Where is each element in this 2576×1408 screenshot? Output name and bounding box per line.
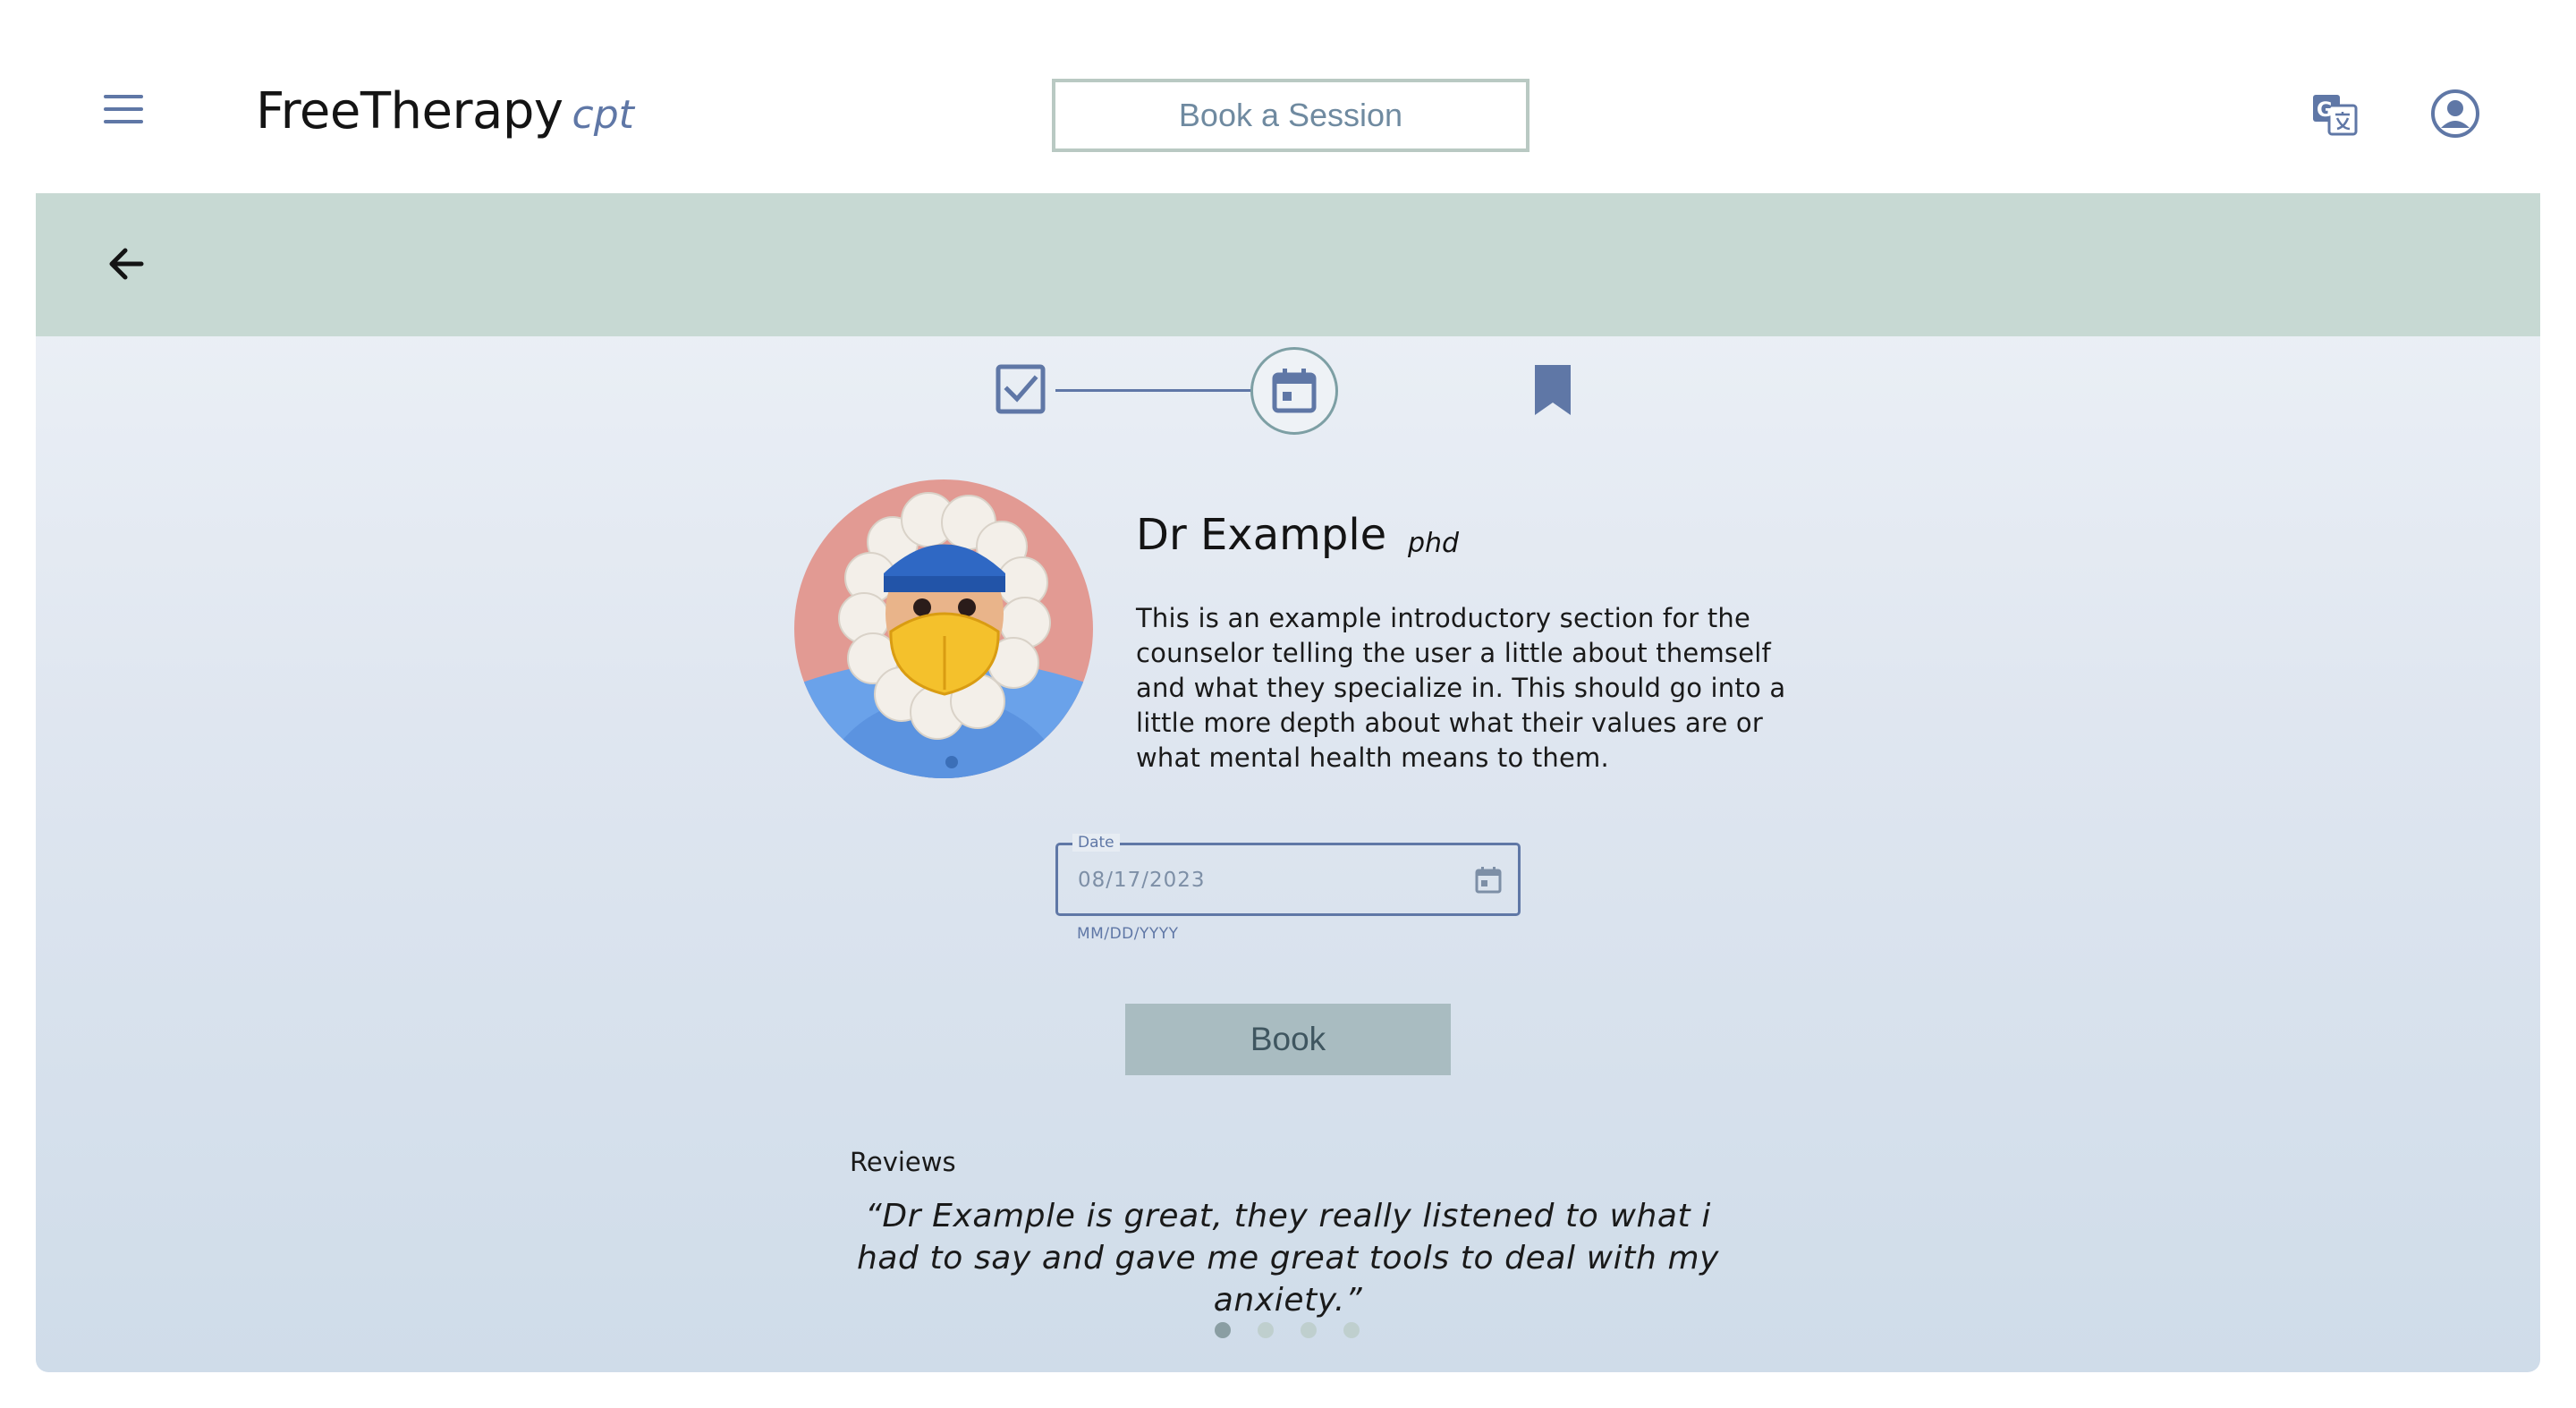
calendar-step[interactable] [1250,347,1338,435]
carousel-dot-3[interactable] [1301,1322,1317,1338]
counselor-avatar [794,479,1093,778]
review-quote: “Dr Example is great, they really listen… [856,1198,1720,1319]
bookmark-icon[interactable] [1531,363,1574,417]
hamburger-menu-icon[interactable] [104,95,143,125]
date-format-hint: MM/DD/YYYY [1077,925,1179,943]
counselor-bio: This is an example introductory section … [1136,603,1786,773]
panel-banner [36,193,2540,336]
carousel-dot-2[interactable] [1258,1322,1274,1338]
book-button[interactable]: Book [1125,1004,1451,1075]
calendar-icon [1272,369,1317,413]
brand-suffix: cpt [572,92,634,138]
carousel-dot-1[interactable] [1215,1322,1231,1338]
check-box-icon[interactable] [995,363,1046,415]
carousel-dot-4[interactable] [1343,1322,1360,1338]
counselor-name: Dr Example [1136,510,1387,560]
book-a-session-button[interactable]: Book a Session [1052,79,1530,152]
date-field[interactable]: Date 08/17/2023 [1055,834,1521,916]
svg-text:G: G [2317,99,2333,122]
counselor-degree: phd [1408,528,1460,559]
google-translate-icon[interactable]: G [2311,91,2358,138]
brand-logo[interactable]: FreeTherapy cpt [256,82,634,140]
date-input[interactable]: 08/17/2023 [1078,869,1206,892]
back-arrow-icon[interactable] [102,240,150,288]
booking-panel: Dr Example phd This is an example introd… [36,193,2540,1372]
reviews-heading: Reviews [850,1147,956,1177]
brand-name: FreeTherapy [256,82,564,140]
review-carousel-dots [1215,1322,1360,1338]
account-circle-icon[interactable] [2429,88,2481,140]
date-field-label: Date [1072,834,1120,852]
calendar-picker-icon[interactable] [1473,865,1504,895]
top-app-bar: FreeTherapy cpt Book a Session G [0,0,2576,193]
